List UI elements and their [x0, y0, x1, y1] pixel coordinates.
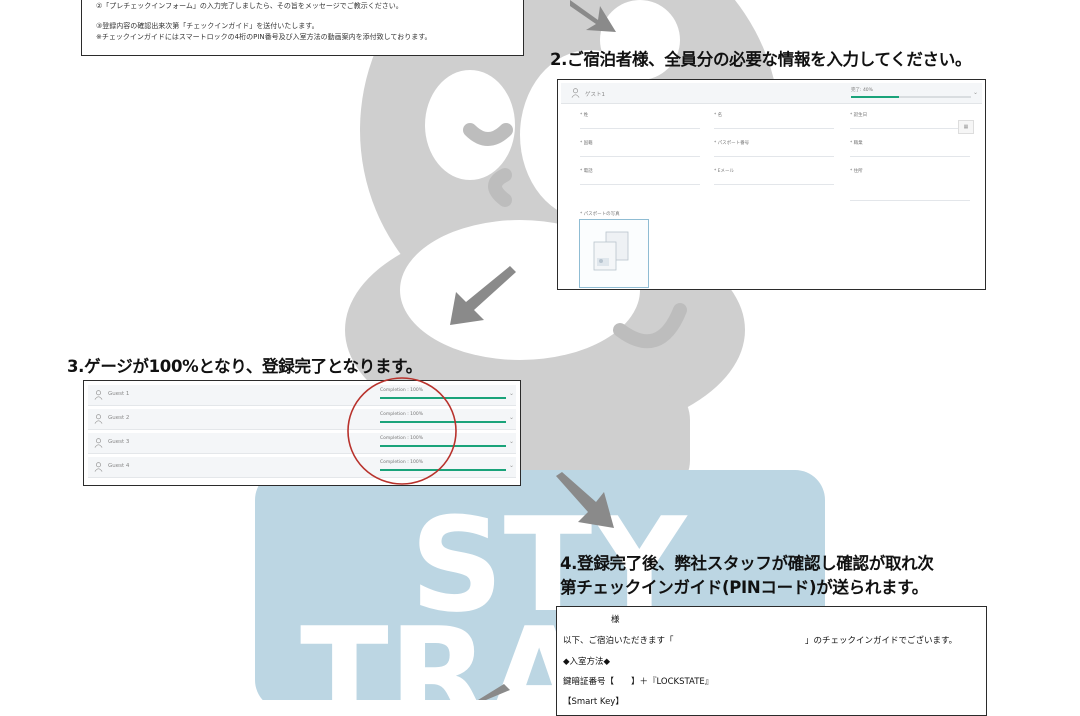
person-icon — [94, 462, 103, 472]
field-input-given-name[interactable] — [714, 128, 834, 129]
field-input-birthday[interactable] — [850, 128, 960, 129]
field-label-birthday: * 誕生日 — [850, 113, 868, 118]
guest-form-progress — [851, 96, 971, 98]
step1-instructions-box: ②「プレチェックインフォーム」の入力完了しましたら、その旨をメッセージでご教示く… — [81, 0, 524, 56]
step1-line-3: ③登録内容の確認出来次第「チェックインガイド」を送付いたします。 — [96, 22, 319, 30]
guest-form-progress-fill — [851, 96, 899, 98]
chevron-down-icon[interactable]: ⌄ — [509, 438, 514, 445]
arrow-step2-to-3 — [450, 266, 516, 325]
guest-form-header[interactable]: ゲスト1 完了: 40% ⌄ — [561, 83, 982, 104]
arrow-step1-to-2 — [570, 0, 616, 32]
passport-photo-upload[interactable] — [579, 219, 649, 288]
arrow-step4-next — [478, 684, 510, 700]
guest-form-completion-label: 完了: 40% — [851, 88, 873, 93]
step1-line-2: ②「プレチェックインフォーム」の入力完了しましたら、その旨をメッセージでご教示く… — [96, 2, 403, 10]
field-label-surname: * 姓 — [580, 113, 589, 118]
person-icon — [94, 438, 103, 448]
mail-section-heading: ◆入室方法◆ — [563, 657, 611, 667]
chevron-down-icon[interactable]: ⌄ — [973, 89, 978, 96]
field-label-passport-photo: * パスポートの写真 — [580, 212, 620, 217]
field-input-email[interactable] — [714, 184, 834, 185]
chevron-down-icon[interactable]: ⌄ — [509, 462, 514, 469]
field-label-occupation: * 職業 — [850, 141, 863, 146]
arrow-step3-to-4 — [556, 472, 614, 528]
field-label-address: * 住所 — [850, 169, 863, 174]
field-input-surname[interactable] — [580, 128, 700, 129]
mail-intro-end: 」のチェックインガイドでございます。 — [805, 636, 958, 646]
step1-line-4: ※チェックインガイドにはスマートロックの4桁のPIN番号及び入室方法の動画案内を… — [96, 33, 432, 41]
document-image-icon — [593, 231, 629, 271]
step2-heading: 2.ご宿泊者様、全員分の必要な情報を入力してください。 — [550, 50, 972, 69]
field-label-passport-number: * パスポート番号 — [714, 141, 750, 146]
calendar-icon[interactable]: ▦ — [958, 120, 974, 134]
field-label-given-name: * 名 — [714, 113, 723, 118]
field-label-phone: * 電話 — [580, 169, 593, 174]
step4-heading-line1: 4.登録完了後、弊社スタッフが確認し確認が取れ次 — [560, 554, 934, 573]
field-input-nationality[interactable] — [580, 156, 700, 157]
person-icon — [94, 390, 103, 400]
mail-smart-key: 【Smart Key】 — [563, 697, 624, 707]
highlight-circle — [347, 377, 457, 485]
mail-intro-start: 以下、ご宿泊いただきます「 — [563, 636, 674, 646]
person-icon — [571, 88, 580, 98]
guest-label: Guest 1 — [108, 391, 130, 397]
step4-heading-line2: 第チェックインガイド(PINコード)が送られます。 — [560, 578, 928, 597]
field-label-nationality: * 国籍 — [580, 141, 593, 146]
guest-label: Guest 4 — [108, 463, 130, 469]
field-input-passport-number[interactable] — [714, 156, 834, 157]
field-input-address[interactable] — [850, 200, 970, 201]
guest-label: Guest 3 — [108, 439, 130, 445]
chevron-down-icon[interactable]: ⌄ — [509, 414, 514, 421]
mail-salutation: 様 — [611, 615, 620, 625]
field-input-occupation[interactable] — [850, 156, 970, 157]
mail-key-line: 鍵暗証番号【 】＋『LOCKSTATE』 — [563, 677, 714, 687]
field-input-phone[interactable] — [580, 184, 700, 185]
chevron-down-icon[interactable]: ⌄ — [509, 390, 514, 397]
step3-heading: 3.ゲージが100%となり、登録完了となります。 — [67, 357, 422, 376]
guest-form-label: ゲスト1 — [585, 92, 605, 98]
guest-label: Guest 2 — [108, 415, 130, 421]
step2-guest-form: ゲスト1 完了: 40% ⌄ * 姓 * 名 * 誕生日 ▦ * 国籍 * パス… — [557, 79, 986, 290]
person-icon — [94, 414, 103, 424]
field-label-email: * Eメール — [714, 169, 735, 174]
